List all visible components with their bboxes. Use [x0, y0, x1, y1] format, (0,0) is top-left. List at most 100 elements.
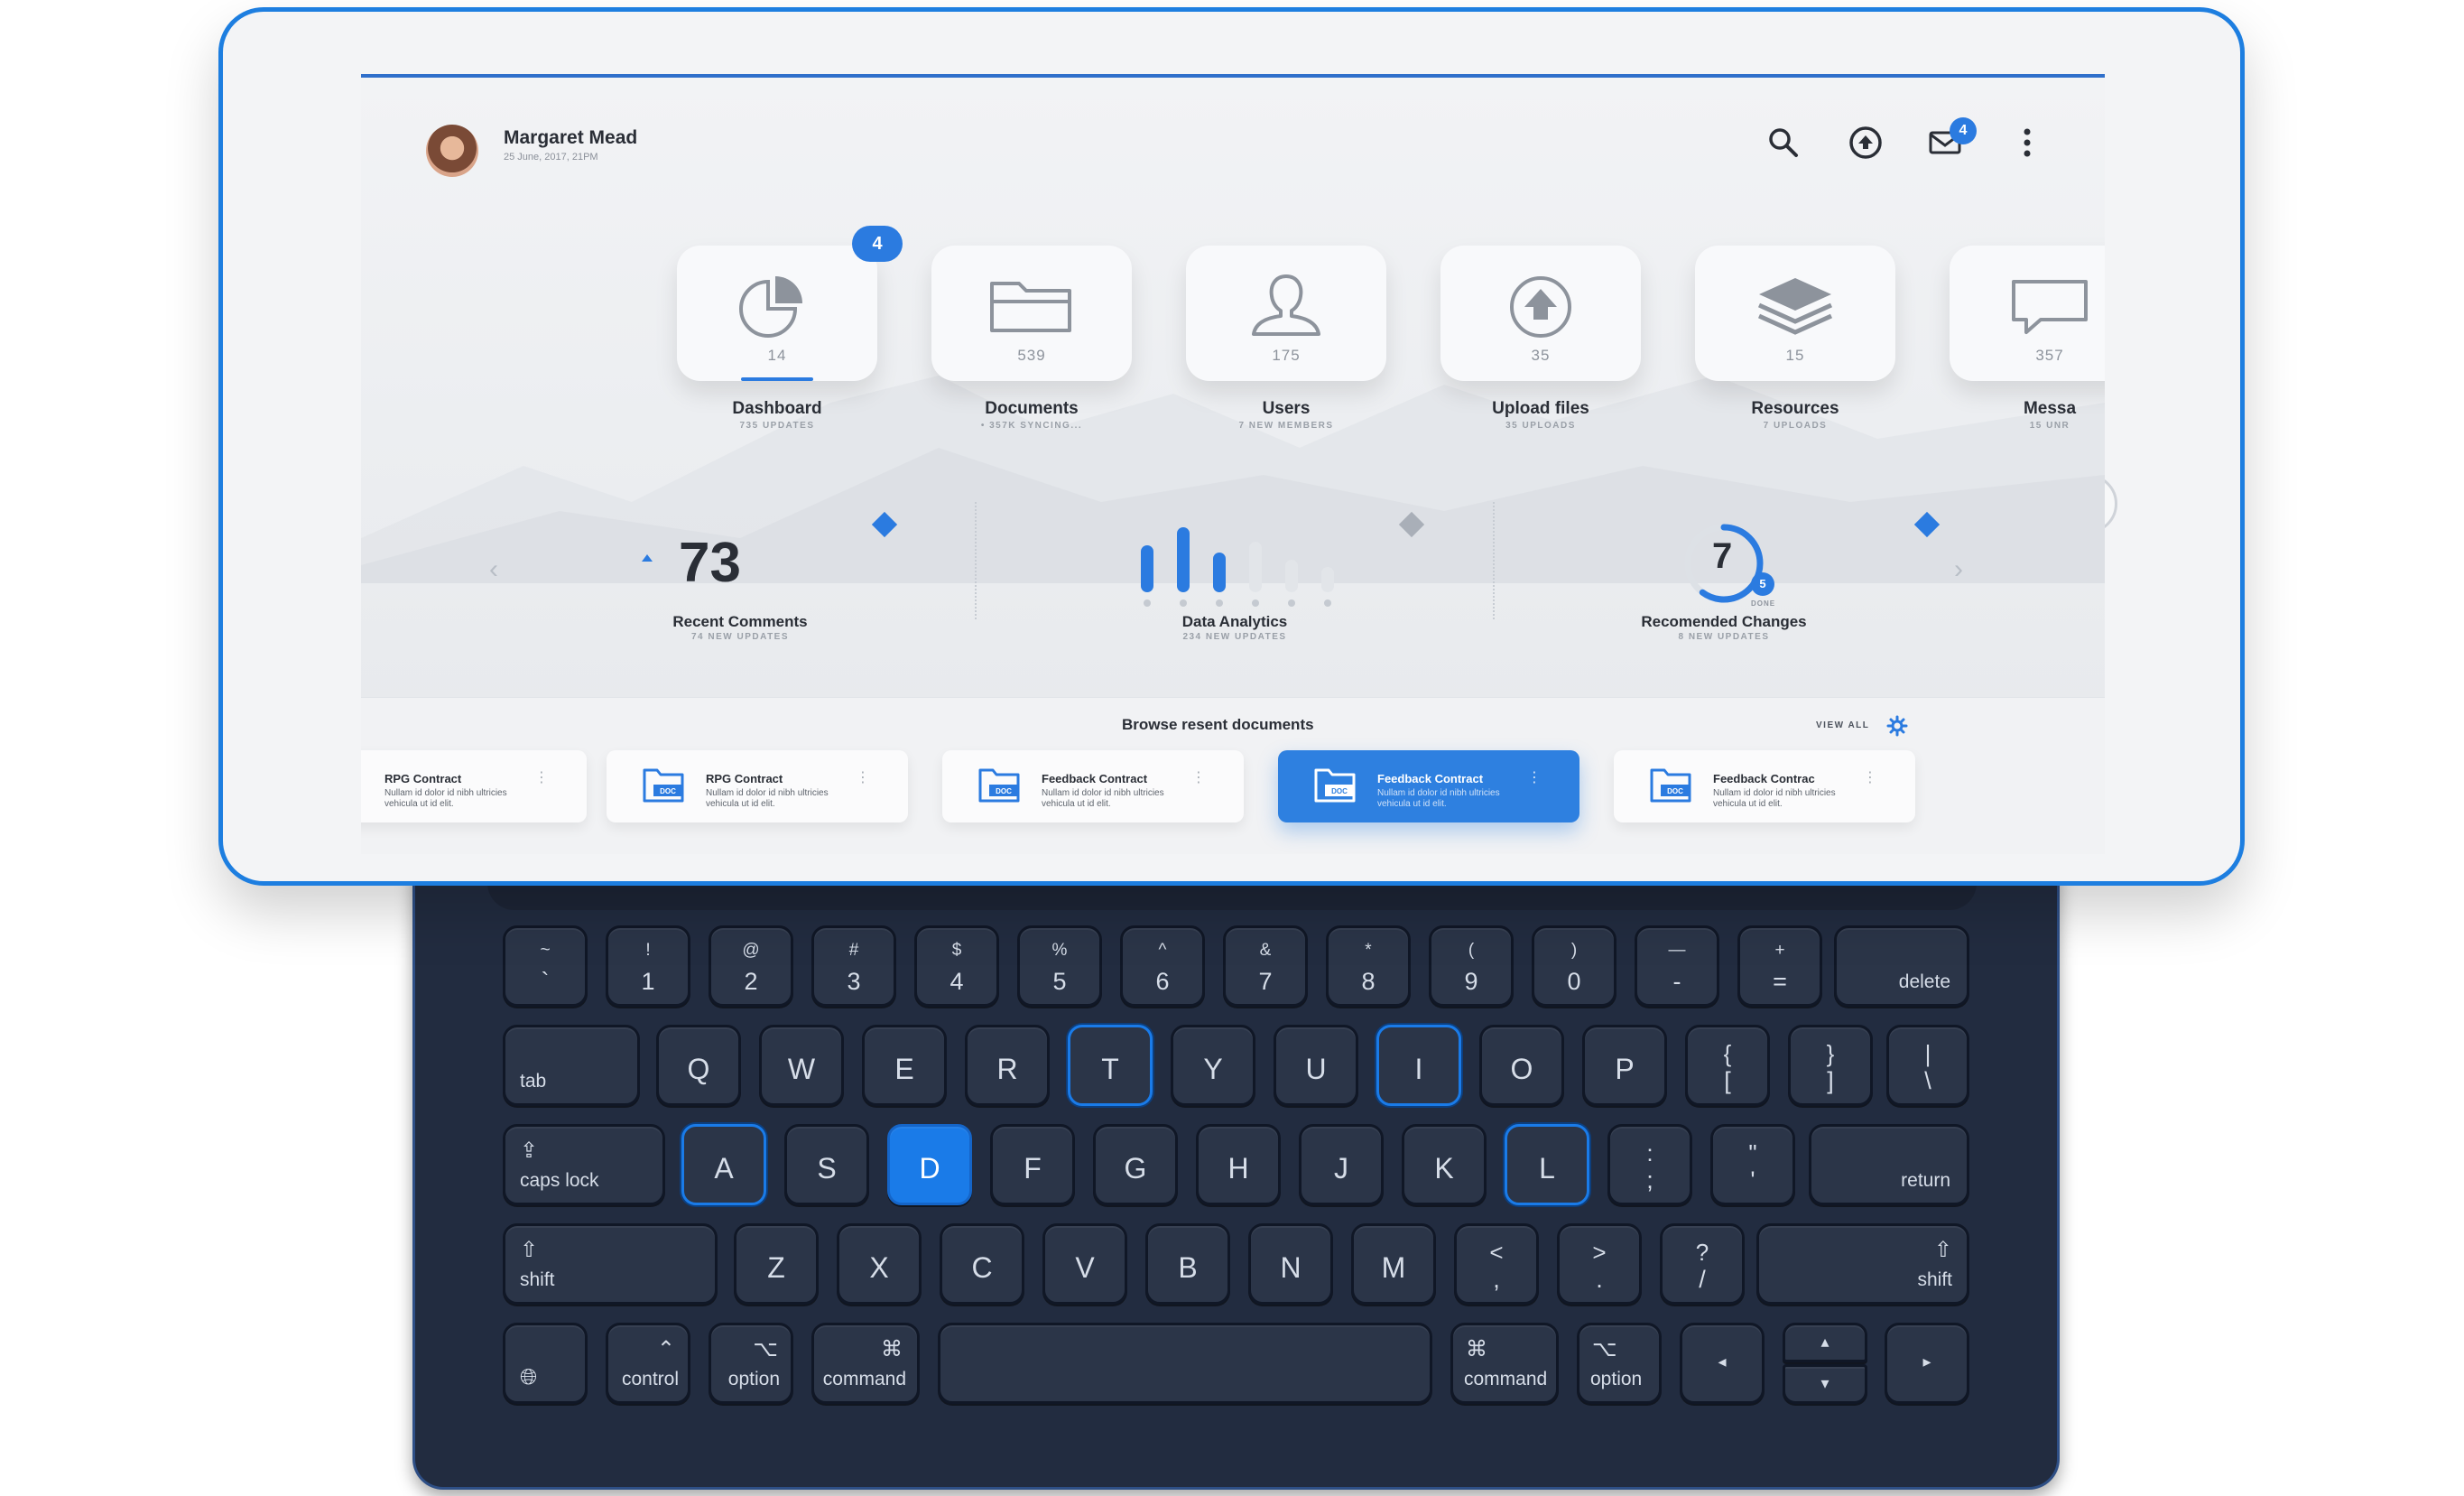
key-arrow-right[interactable]: ▸	[1885, 1323, 1969, 1404]
key-x[interactable]: X	[837, 1223, 922, 1305]
key-arrow-down[interactable]: ▾	[1783, 1364, 1867, 1404]
key-6[interactable]: ^ 6	[1120, 925, 1205, 1007]
key-caps-lock[interactable]: ⇪ caps lock	[503, 1124, 665, 1205]
key-1[interactable]: ! 1	[606, 925, 690, 1007]
upload-icon[interactable]	[1848, 125, 1884, 161]
more-vertical-icon[interactable]: ⋮	[1191, 768, 1206, 786]
key-e[interactable]: E	[862, 1025, 947, 1106]
key-backtick[interactable]: ~ `	[503, 925, 588, 1007]
key-globe[interactable]: 🌐︎	[503, 1323, 588, 1404]
key-b[interactable]: B	[1145, 1223, 1230, 1305]
folder-icon	[990, 282, 1071, 332]
key-quote[interactable]: " '	[1710, 1124, 1795, 1205]
search-icon[interactable]	[1765, 125, 1802, 161]
key-upper: )	[1570, 941, 1578, 960]
view-all-link[interactable]: VIEW ALL	[1816, 720, 1869, 730]
key-j[interactable]: J	[1299, 1124, 1384, 1205]
key-q[interactable]: Q	[656, 1025, 741, 1106]
key-delete[interactable]: delete	[1834, 925, 1969, 1007]
key-command-right[interactable]: ⌘ command	[1450, 1323, 1559, 1404]
key-k[interactable]: K	[1402, 1124, 1487, 1205]
key-bracket-left[interactable]: {[	[1685, 1025, 1770, 1106]
key-arrow-up[interactable]: ▴	[1783, 1323, 1867, 1362]
key-shift-left[interactable]: ⇧ shift	[503, 1223, 718, 1305]
key-minus[interactable]: — -	[1635, 925, 1719, 1007]
shift-icon: ⇧	[1933, 1238, 1952, 1262]
analytics-dot	[1288, 599, 1295, 607]
document-desc: Nullam id dolor id nibh ultricies vehicu…	[1377, 788, 1500, 809]
key-g[interactable]: G	[1093, 1124, 1178, 1205]
stat-title: Data Analytics	[1181, 613, 1288, 630]
document-card[interactable]: DOC Feedback Contrac Nullam id dolor id …	[1614, 750, 1915, 822]
key-slash[interactable]: ? /	[1660, 1223, 1745, 1305]
prev-arrow-icon[interactable]: ‹	[489, 554, 498, 585]
tile-dashboard[interactable]: 14	[677, 246, 877, 381]
key-option-left[interactable]: ⌥ option	[709, 1323, 793, 1404]
gear-icon[interactable]	[1886, 715, 1908, 737]
key-shift-right[interactable]: ⇧ shift	[1756, 1223, 1969, 1305]
arrow-up-icon: ▴	[1820, 1333, 1829, 1351]
more-vertical-icon[interactable]: ⋮	[534, 768, 549, 786]
document-card[interactable]: RPG Contract Nullam id dolor id nibh ult…	[361, 750, 587, 822]
more-vertical-icon[interactable]: ⋮	[1863, 768, 1877, 786]
key-s[interactable]: S	[784, 1124, 869, 1205]
doc-tag: DOC	[996, 787, 1012, 795]
key-semicolon[interactable]: :;	[1607, 1124, 1692, 1205]
key-y[interactable]: Y	[1171, 1025, 1255, 1106]
key-upper: !	[645, 941, 651, 960]
key-z[interactable]: Z	[734, 1223, 819, 1305]
key-d[interactable]: D	[887, 1124, 972, 1205]
avatar[interactable]	[426, 125, 478, 177]
document-card-active[interactable]: DOC Feedback Contract Nullam id dolor id…	[1278, 750, 1579, 822]
key-p[interactable]: P	[1582, 1025, 1667, 1106]
key-a[interactable]: A	[681, 1124, 766, 1205]
key-5[interactable]: % 5	[1017, 925, 1102, 1007]
tile-users[interactable]: 175	[1186, 246, 1386, 381]
key-tab[interactable]: tab	[503, 1025, 640, 1106]
key-7[interactable]: & 7	[1223, 925, 1308, 1007]
key-l[interactable]: L	[1505, 1124, 1589, 1205]
key-v[interactable]: V	[1042, 1223, 1127, 1305]
key-backslash[interactable]: | \	[1886, 1025, 1969, 1106]
key-o[interactable]: O	[1479, 1025, 1564, 1106]
key-return-label: return	[1901, 1170, 1950, 1191]
tile-resources[interactable]: 15	[1695, 246, 1895, 381]
key-bracket-right[interactable]: }]	[1788, 1025, 1873, 1106]
key-option-right[interactable]: ⌥ option	[1577, 1323, 1662, 1404]
key-c[interactable]: C	[940, 1223, 1024, 1305]
more-vertical-icon[interactable]	[2009, 125, 2045, 161]
key-9[interactable]: (9	[1429, 925, 1514, 1007]
tile-documents[interactable]: 539	[931, 246, 1132, 381]
key-space[interactable]	[938, 1323, 1432, 1404]
key-m[interactable]: M	[1351, 1223, 1436, 1305]
key-2[interactable]: @2	[709, 925, 793, 1007]
key-w[interactable]: W	[759, 1025, 844, 1106]
key-comma[interactable]: <,	[1454, 1223, 1539, 1305]
document-card[interactable]: DOC Feedback Contract Nullam id dolor id…	[942, 750, 1244, 822]
key-n[interactable]: N	[1248, 1223, 1333, 1305]
document-card[interactable]: DOC RPG Contract Nullam id dolor id nibh…	[607, 750, 908, 822]
key-arrow-left[interactable]: ◂	[1680, 1323, 1765, 1404]
more-vertical-icon[interactable]: ⋮	[1527, 768, 1542, 786]
key-i[interactable]: I	[1376, 1025, 1461, 1106]
key-8[interactable]: * 8	[1326, 925, 1411, 1007]
key-u[interactable]: U	[1274, 1025, 1358, 1106]
tile-upload-files[interactable]: 35	[1440, 246, 1641, 381]
key-r[interactable]: R	[965, 1025, 1050, 1106]
key-period[interactable]: >.	[1557, 1223, 1642, 1305]
key-0[interactable]: ) 0	[1532, 925, 1616, 1007]
key-3[interactable]: #3	[811, 925, 896, 1007]
key-f[interactable]: F	[990, 1124, 1075, 1205]
key-equals[interactable]: + =	[1737, 925, 1822, 1007]
key-h[interactable]: H	[1196, 1124, 1281, 1205]
key-command-left[interactable]: ⌘ command	[811, 1323, 920, 1404]
key-t[interactable]: T	[1068, 1025, 1153, 1106]
key-4[interactable]: $4	[914, 925, 999, 1007]
more-vertical-icon[interactable]: ⋮	[856, 768, 870, 786]
key-letter: N	[1280, 1251, 1301, 1284]
tile-messages[interactable]: 357	[1950, 246, 2105, 381]
key-control[interactable]: ⌃ control	[606, 1323, 690, 1404]
next-arrow-icon[interactable]: ›	[1954, 554, 1963, 585]
key-return[interactable]: return	[1809, 1124, 1969, 1205]
key-upper: —	[1668, 941, 1686, 960]
